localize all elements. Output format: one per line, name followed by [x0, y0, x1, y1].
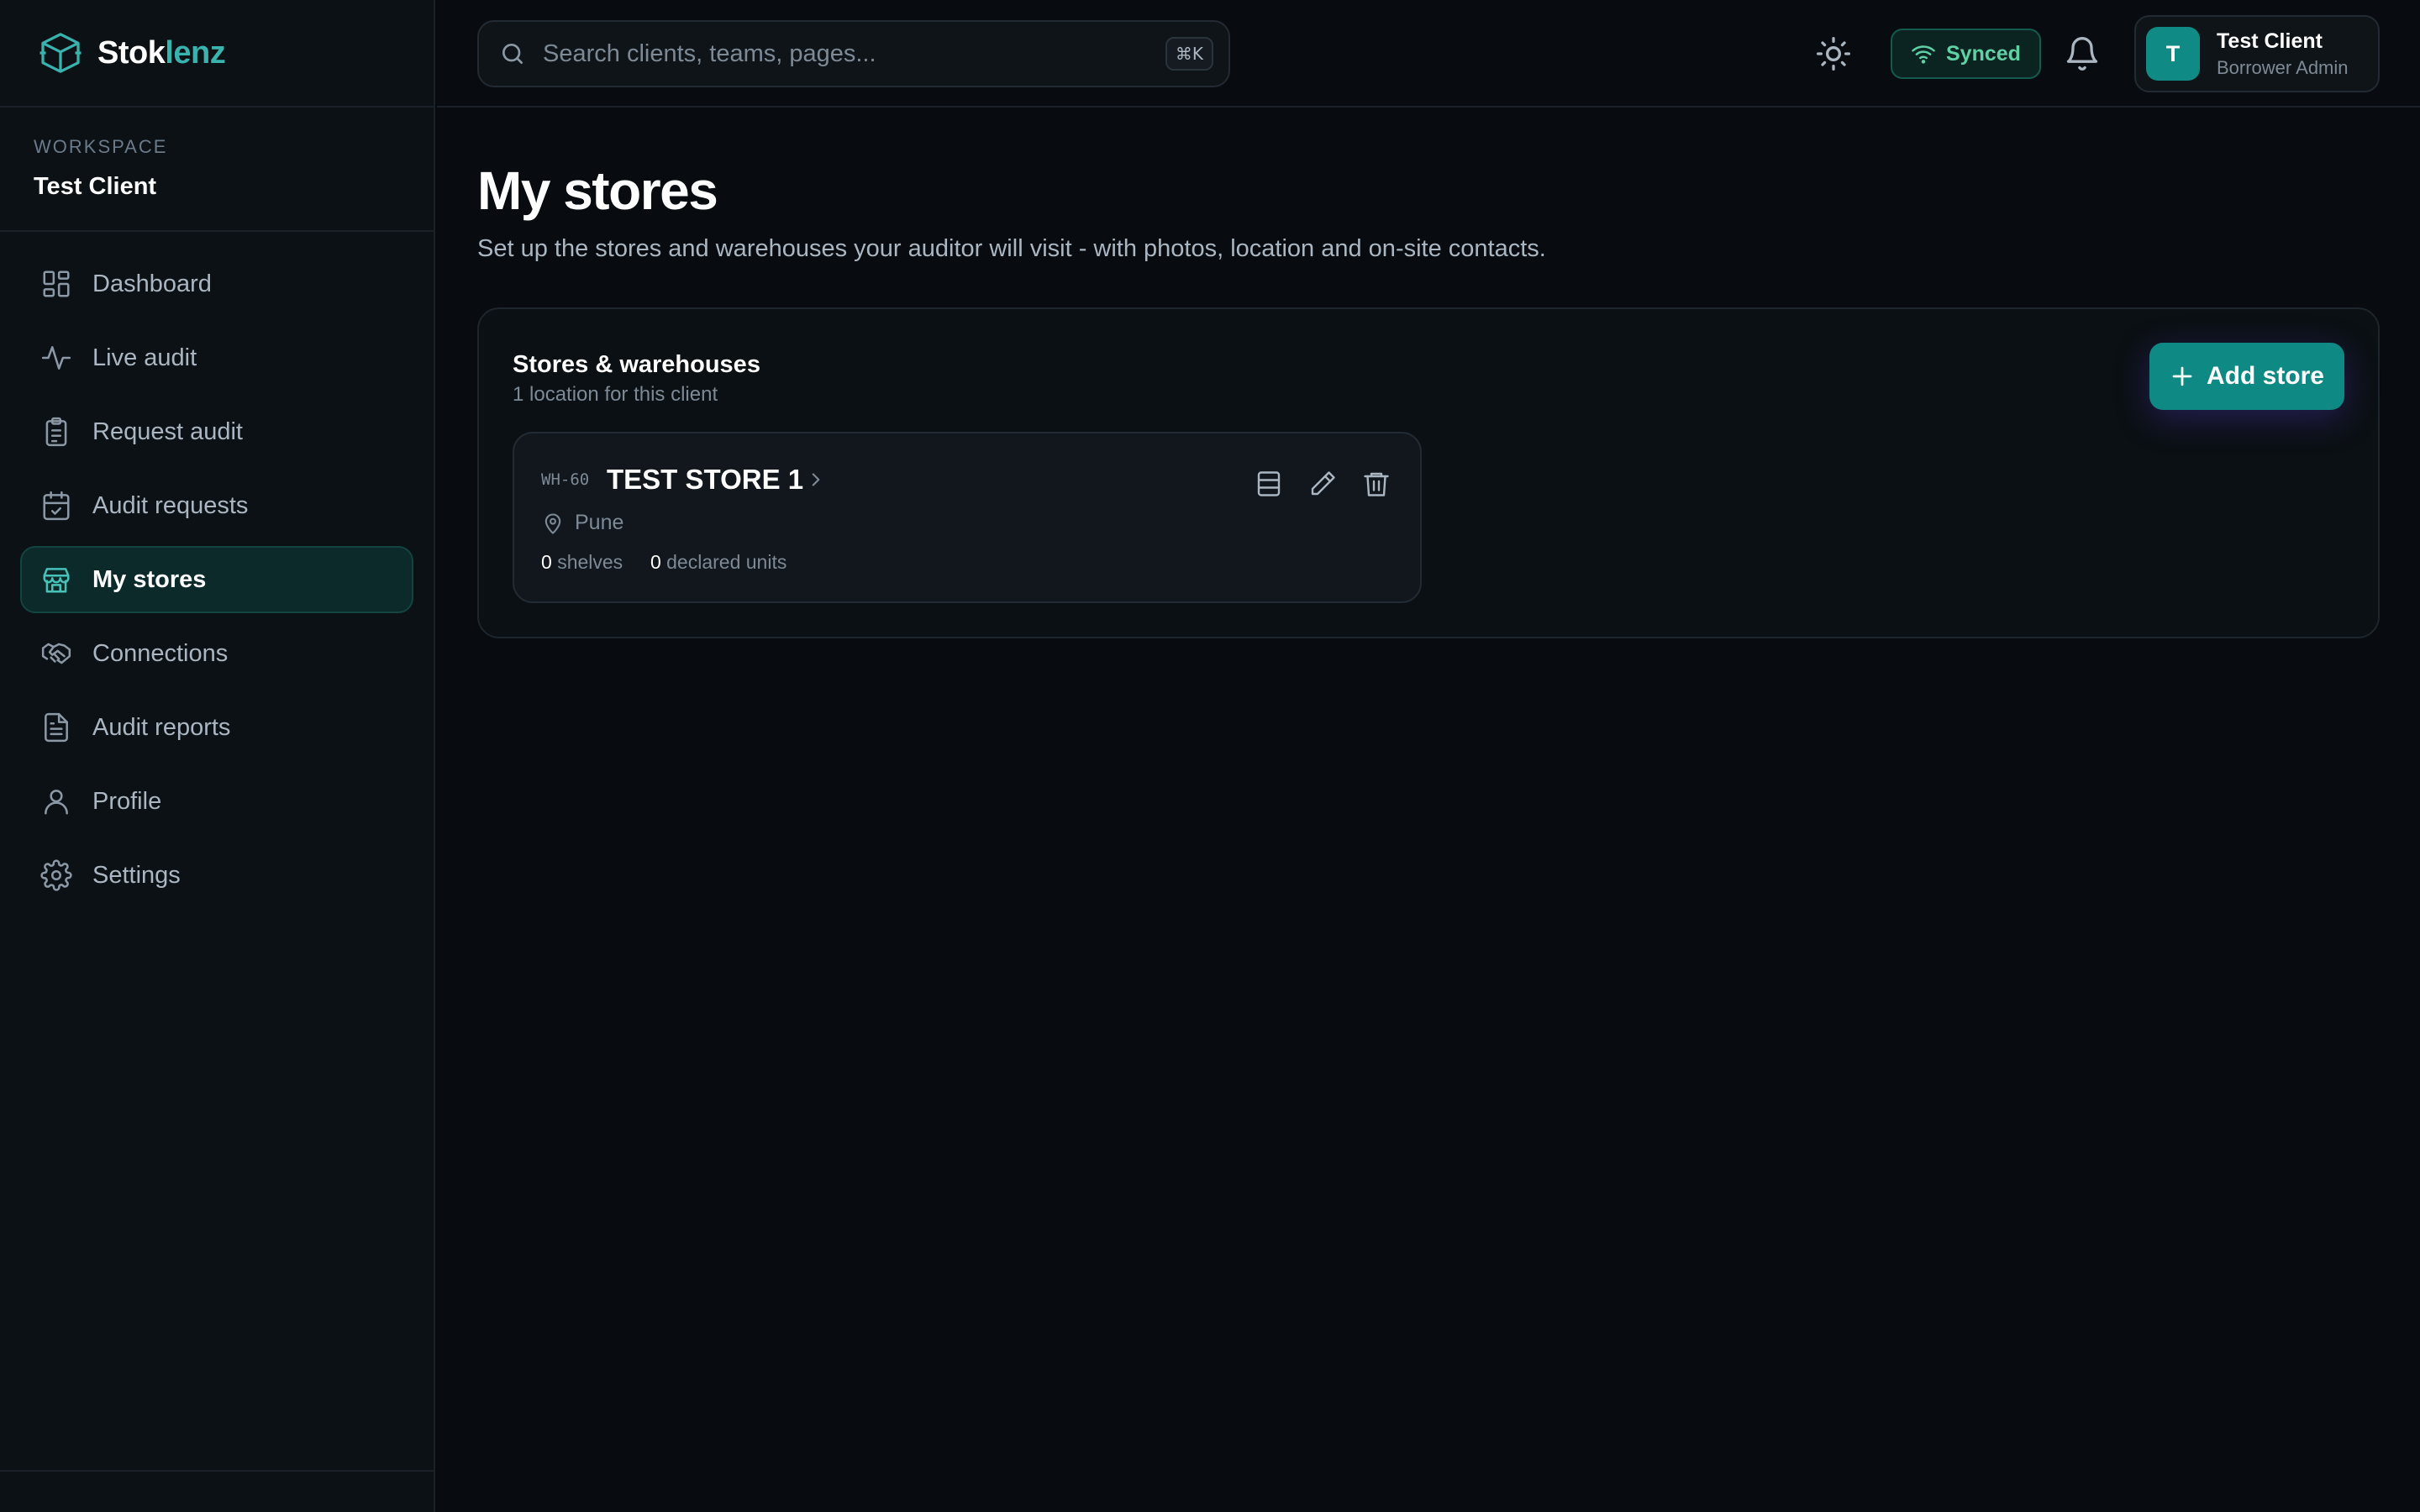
brand-name-part1: Stok [97, 34, 166, 71]
notifications-button[interactable] [2064, 35, 2101, 72]
search-shortcut-badge: ⌘K [1165, 37, 1213, 71]
sidebar-nav: Dashboard Live audit Request audit Audit… [0, 232, 434, 909]
dashboard-icon [43, 270, 70, 297]
clipboard-icon [45, 417, 67, 447]
sidebar-item-label: Connections [92, 639, 229, 667]
topbar: ⌘K Synced T Test Client Borrower A [437, 0, 2420, 108]
sidebar-item-audit-reports[interactable]: Audit reports [20, 694, 413, 761]
store-card[interactable]: WH-60 TEST STORE 1 Pune 0 shelves 0 decl… [513, 432, 1422, 603]
file-text-icon [45, 712, 68, 743]
sidebar-item-label: Profile [92, 787, 162, 815]
sidebar-item-live-audit[interactable]: Live audit [20, 324, 413, 391]
sidebar-item-label: My stores [92, 565, 207, 593]
sidebar-item-label: Dashboard [92, 270, 212, 297]
store-stats: 0 shelves 0 declared units [541, 551, 786, 574]
user-info: Test Client Borrower Admin [2217, 29, 2349, 79]
logo-icon [39, 33, 82, 73]
sun-icon [1817, 37, 1850, 71]
panel-subtitle: 1 location for this client [513, 383, 718, 406]
add-store-label: Add store [2206, 362, 2324, 390]
store-location-text: Pune [575, 511, 624, 534]
shelves-label: shelves [557, 551, 623, 573]
page-title: My stores [477, 160, 718, 221]
brand-name: Stoklenz [97, 34, 226, 71]
wifi-icon [1912, 45, 1935, 64]
sidebar-item-label: Settings [92, 861, 181, 889]
stores-panel: Stores & warehouses 1 location for this … [477, 307, 2380, 638]
user-role: Borrower Admin [2217, 56, 2349, 78]
sidebar-item-my-stores[interactable]: My stores [20, 546, 413, 613]
search-box[interactable]: ⌘K [477, 20, 1230, 87]
sidebar-item-request-audit[interactable]: Request audit [20, 398, 413, 465]
sidebar-item-profile[interactable]: Profile [20, 768, 413, 835]
edit-store-button[interactable] [1304, 465, 1341, 502]
store-icon [43, 568, 70, 593]
user-icon [45, 790, 68, 815]
store-code: WH-60 [541, 470, 590, 489]
delete-store-button[interactable] [1358, 465, 1395, 502]
sidebar-item-audit-requests[interactable]: Audit requests [20, 472, 413, 539]
sidebar-item-dashboard[interactable]: Dashboard [20, 250, 413, 318]
sidebar: Stoklenz WORKSPACE Test Client Dashboard… [0, 0, 435, 1512]
shelves-button[interactable] [1250, 465, 1287, 502]
units-count: 0 [650, 551, 661, 573]
handshake-icon [41, 643, 71, 664]
sync-status-label: Synced [1946, 41, 2021, 66]
store-card-actions [1234, 465, 1395, 502]
bell-icon [2066, 37, 2098, 71]
sidebar-item-label: Audit reports [92, 713, 231, 741]
brand[interactable]: Stoklenz [0, 0, 434, 108]
activity-icon [41, 346, 71, 370]
search-icon [502, 44, 523, 64]
workspace-info: WORKSPACE Test Client [0, 108, 434, 232]
user-name: Test Client [2217, 29, 2323, 53]
sync-status-badge[interactable]: Synced [1891, 29, 2041, 79]
sidebar-item-label: Request audit [92, 417, 243, 445]
theme-toggle-button[interactable] [1815, 35, 1852, 72]
units-label: declared units [666, 551, 787, 573]
sidebar-item-connections[interactable]: Connections [20, 620, 413, 687]
shelves-icon [1257, 471, 1281, 496]
panel-title: Stores & warehouses [513, 351, 760, 378]
map-pin-icon [544, 513, 561, 534]
calendar-check-icon [43, 491, 70, 521]
avatar: T [2146, 27, 2200, 81]
add-store-button[interactable]: Add store [2149, 343, 2344, 410]
app-root: Stoklenz WORKSPACE Test Client Dashboard… [0, 0, 2420, 1512]
page-subtitle: Set up the stores and warehouses your au… [477, 235, 1546, 262]
brand-name-part2: lenz [165, 34, 226, 71]
search-input[interactable] [543, 39, 1165, 68]
plus-icon [2172, 366, 2192, 386]
trash-icon [1364, 472, 1389, 496]
store-name[interactable]: TEST STORE 1 [607, 464, 803, 496]
sidebar-item-settings[interactable]: Settings [20, 842, 413, 909]
shelves-count: 0 [541, 551, 552, 573]
sidebar-item-label: Audit requests [92, 491, 249, 519]
store-location: Pune [541, 511, 623, 535]
gear-icon [40, 859, 72, 891]
sidebar-item-label: Live audit [92, 344, 197, 371]
workspace-name: Test Client [34, 173, 157, 200]
pencil-icon [1311, 471, 1335, 496]
workspace-label: WORKSPACE [34, 136, 168, 157]
user-menu[interactable]: T Test Client Borrower Admin [2134, 15, 2380, 92]
chevron-right-icon[interactable] [805, 469, 827, 491]
sidebar-footer-divider [0, 1470, 434, 1472]
